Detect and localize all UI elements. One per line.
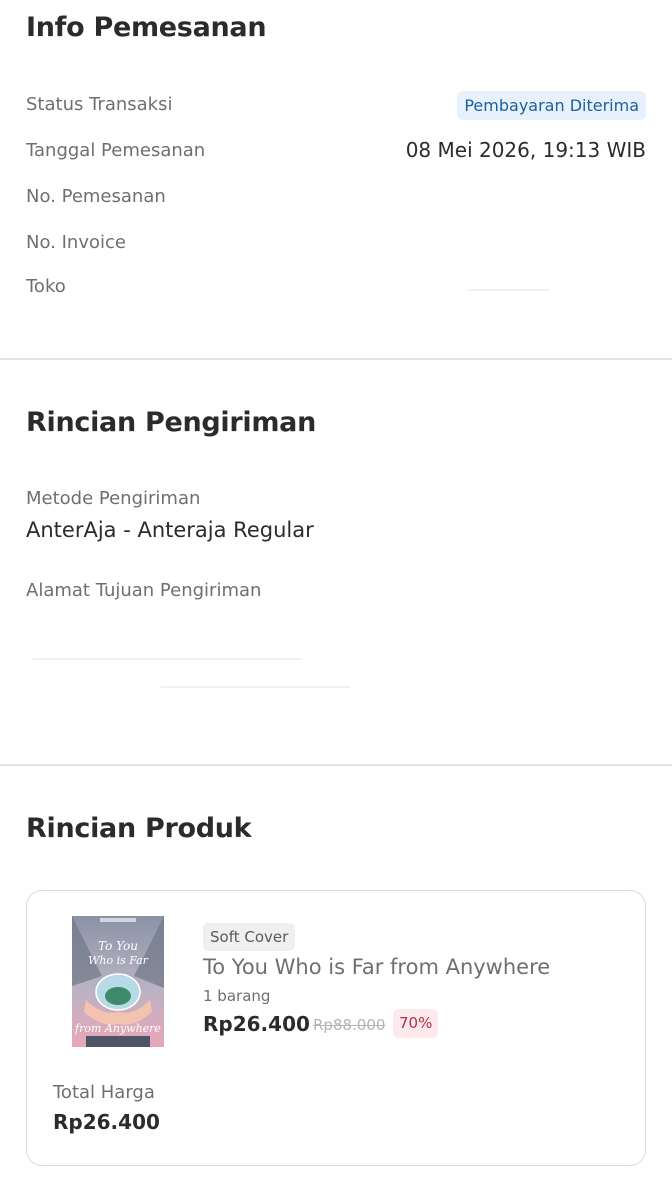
book-cover-illustration: To You Who is Far from Anywhere: [72, 916, 164, 1047]
product-card[interactable]: To You Who is Far from Anywhere Soft Cov…: [26, 890, 646, 1166]
cover-title-line: To You: [98, 939, 138, 953]
total-price-value: Rp26.400: [53, 1110, 160, 1134]
invoice-number-label: No. Invoice: [26, 232, 126, 253]
shipping-method-label: Metode Pengiriman: [26, 488, 201, 509]
product-name[interactable]: To You Who is Far from Anywhere: [203, 955, 550, 979]
book-cover-image[interactable]: To You Who is Far from Anywhere: [72, 916, 164, 1047]
order-number-label: No. Pemesanan: [26, 186, 166, 207]
store-label: Toko: [26, 276, 66, 297]
cover-title-line: from Anywhere: [74, 1022, 161, 1035]
product-original-price: Rp88.000: [313, 1016, 386, 1034]
status-label: Status Transaksi: [26, 94, 173, 115]
shipping-address-label: Alamat Tujuan Pengiriman: [26, 580, 262, 601]
order-info-title: Info Pemesanan: [26, 12, 267, 43]
format-chip: Soft Cover: [203, 923, 296, 951]
shipping-title: Rincian Pengiriman: [26, 407, 317, 438]
shipping-section: Rincian Pengiriman Metode Pengiriman Ant…: [0, 360, 672, 764]
order-info-section: Info Pemesanan Status Transaksi Pembayar…: [0, 0, 672, 358]
total-price-label: Total Harga: [53, 1082, 155, 1103]
order-date-value: 08 Mei 2026, 19:13 WIB: [405, 138, 646, 162]
cover-title-line: Who is Far: [88, 954, 149, 967]
shipping-method-value: AnterAja - Anteraja Regular: [26, 518, 314, 542]
address-line-redacted: [160, 686, 350, 688]
address-line-redacted: [32, 658, 302, 660]
status-badge: Pembayaran Diterima: [457, 91, 646, 120]
order-date-label: Tanggal Pemesanan: [26, 140, 206, 161]
product-price: Rp26.400: [203, 1012, 310, 1036]
store-value-redacted: [468, 289, 550, 291]
product-title: Rincian Produk: [26, 813, 252, 844]
product-quantity: 1 barang: [203, 987, 271, 1005]
product-section: Rincian Produk To You Who is Far from An…: [0, 766, 672, 1200]
discount-badge: 70%: [393, 1009, 439, 1038]
